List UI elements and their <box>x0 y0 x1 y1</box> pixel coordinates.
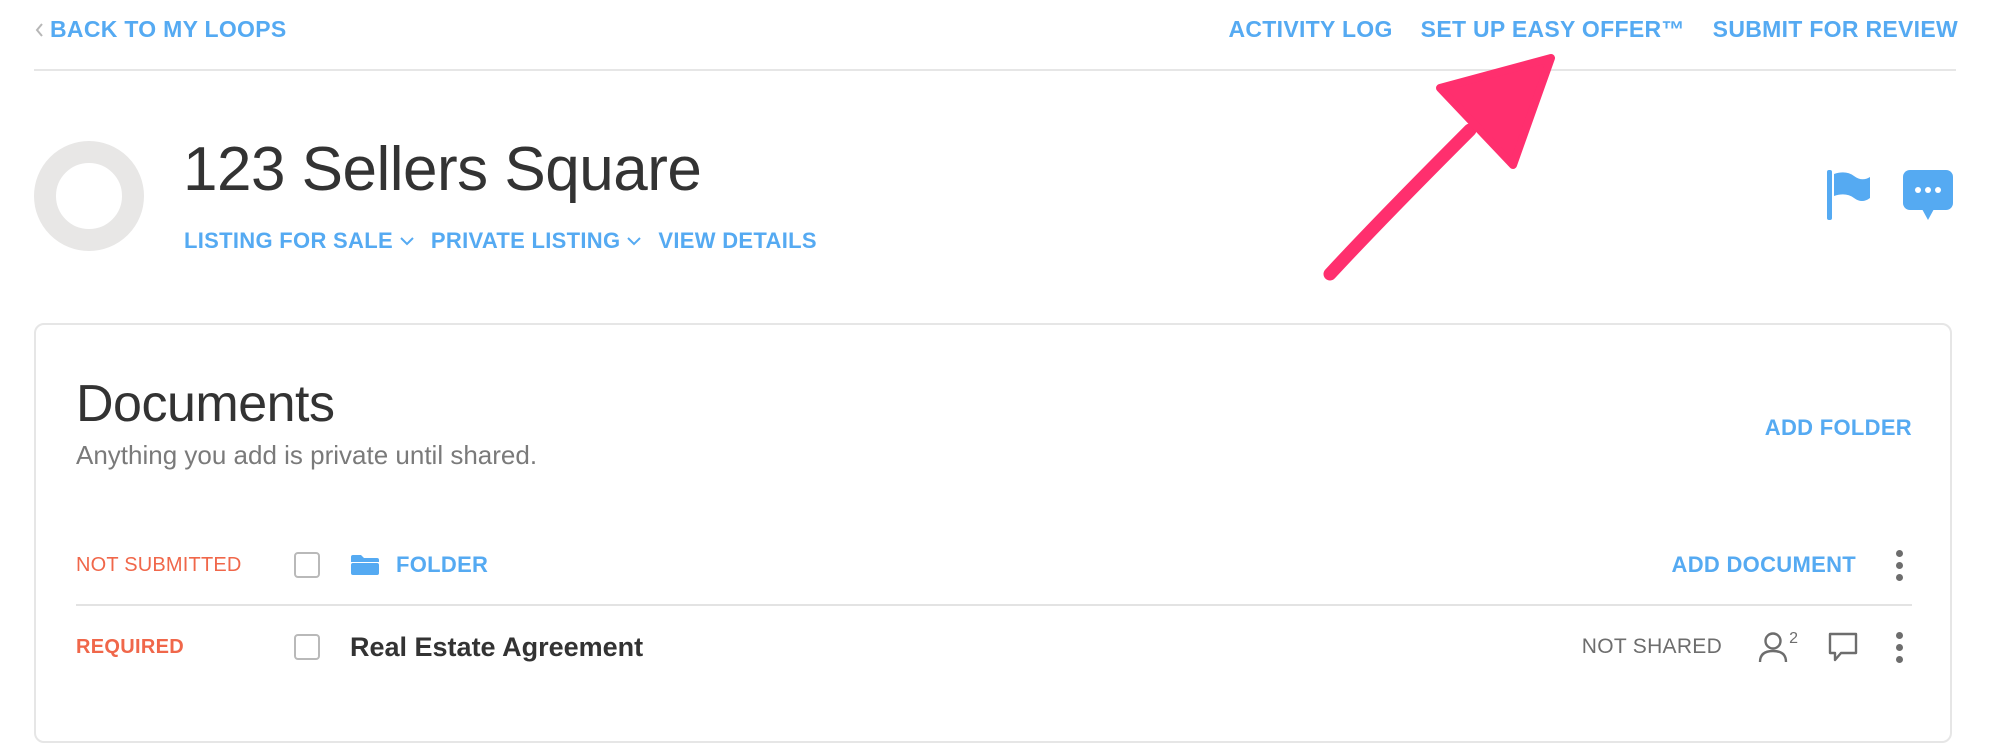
people-icon <box>1758 632 1788 663</box>
documents-subtitle: Anything you add is private until shared… <box>76 440 538 470</box>
flag-icon <box>1827 170 1870 220</box>
document-status: REQUIRED <box>76 635 184 658</box>
comment-icon <box>1828 632 1858 662</box>
people-count: 2 <box>1789 630 1798 647</box>
flag-button[interactable] <box>1824 168 1872 227</box>
document-kebab-menu-icon[interactable] <box>1886 627 1912 667</box>
listing-status-label: LISTING FOR SALE <box>184 228 393 253</box>
chevron-left-icon <box>35 22 43 37</box>
activity-log-link[interactable]: ACTIVITY LOG <box>1228 16 1392 43</box>
loop-avatar <box>34 141 144 251</box>
view-details-link[interactable]: VIEW DETAILS <box>658 228 816 254</box>
top-divider <box>34 69 1956 71</box>
listing-visibility-dropdown[interactable]: PRIVATE LISTING <box>431 228 642 254</box>
row-divider <box>76 604 1912 606</box>
chat-button[interactable] <box>1902 168 1954 229</box>
folder-row: NOT SUBMITTED FOLDER ADD DOCUMENT <box>76 535 1912 595</box>
header-actions <box>1824 168 1954 229</box>
folder-name[interactable]: FOLDER <box>396 552 488 578</box>
folder-status: NOT SUBMITTED <box>76 553 242 576</box>
back-to-loops-link[interactable]: BACK TO MY LOOPS <box>34 16 287 43</box>
document-row[interactable]: REQUIRED Real Estate Agreement NOT SHARE… <box>76 617 1912 677</box>
people-button[interactable]: 2 <box>1758 631 1798 663</box>
add-folder-button[interactable]: ADD FOLDER <box>1765 415 1912 441</box>
folder-kebab-menu-icon[interactable] <box>1886 545 1912 585</box>
document-name[interactable]: Real Estate Agreement <box>350 632 643 663</box>
top-nav-links: ACTIVITY LOG SET UP EASY OFFER™ SUBMIT F… <box>1228 16 1958 43</box>
back-to-loops-label: BACK TO MY LOOPS <box>50 16 287 42</box>
loop-title: 123 Sellers Square <box>183 135 702 204</box>
listing-visibility-label: PRIVATE LISTING <box>430 228 621 253</box>
share-status: NOT SHARED <box>1581 635 1723 658</box>
documents-title: Documents <box>76 375 335 433</box>
folder-icon <box>350 554 380 576</box>
loop-subnav: LISTING FOR SALE PRIVATE LISTING VIEW DE… <box>184 228 817 254</box>
folder-checkbox[interactable] <box>294 552 320 578</box>
set-up-easy-offer-link[interactable]: SET UP EASY OFFER™ <box>1421 16 1685 43</box>
chevron-down-icon <box>627 237 642 246</box>
chat-icon <box>1903 170 1953 220</box>
chevron-down-icon <box>400 237 414 246</box>
add-document-button[interactable]: ADD DOCUMENT <box>1672 552 1856 578</box>
submit-for-review-link[interactable]: SUBMIT FOR REVIEW <box>1713 16 1958 43</box>
listing-status-dropdown[interactable]: LISTING FOR SALE <box>184 228 415 254</box>
comment-button[interactable] <box>1828 632 1858 662</box>
document-checkbox[interactable] <box>294 634 320 660</box>
